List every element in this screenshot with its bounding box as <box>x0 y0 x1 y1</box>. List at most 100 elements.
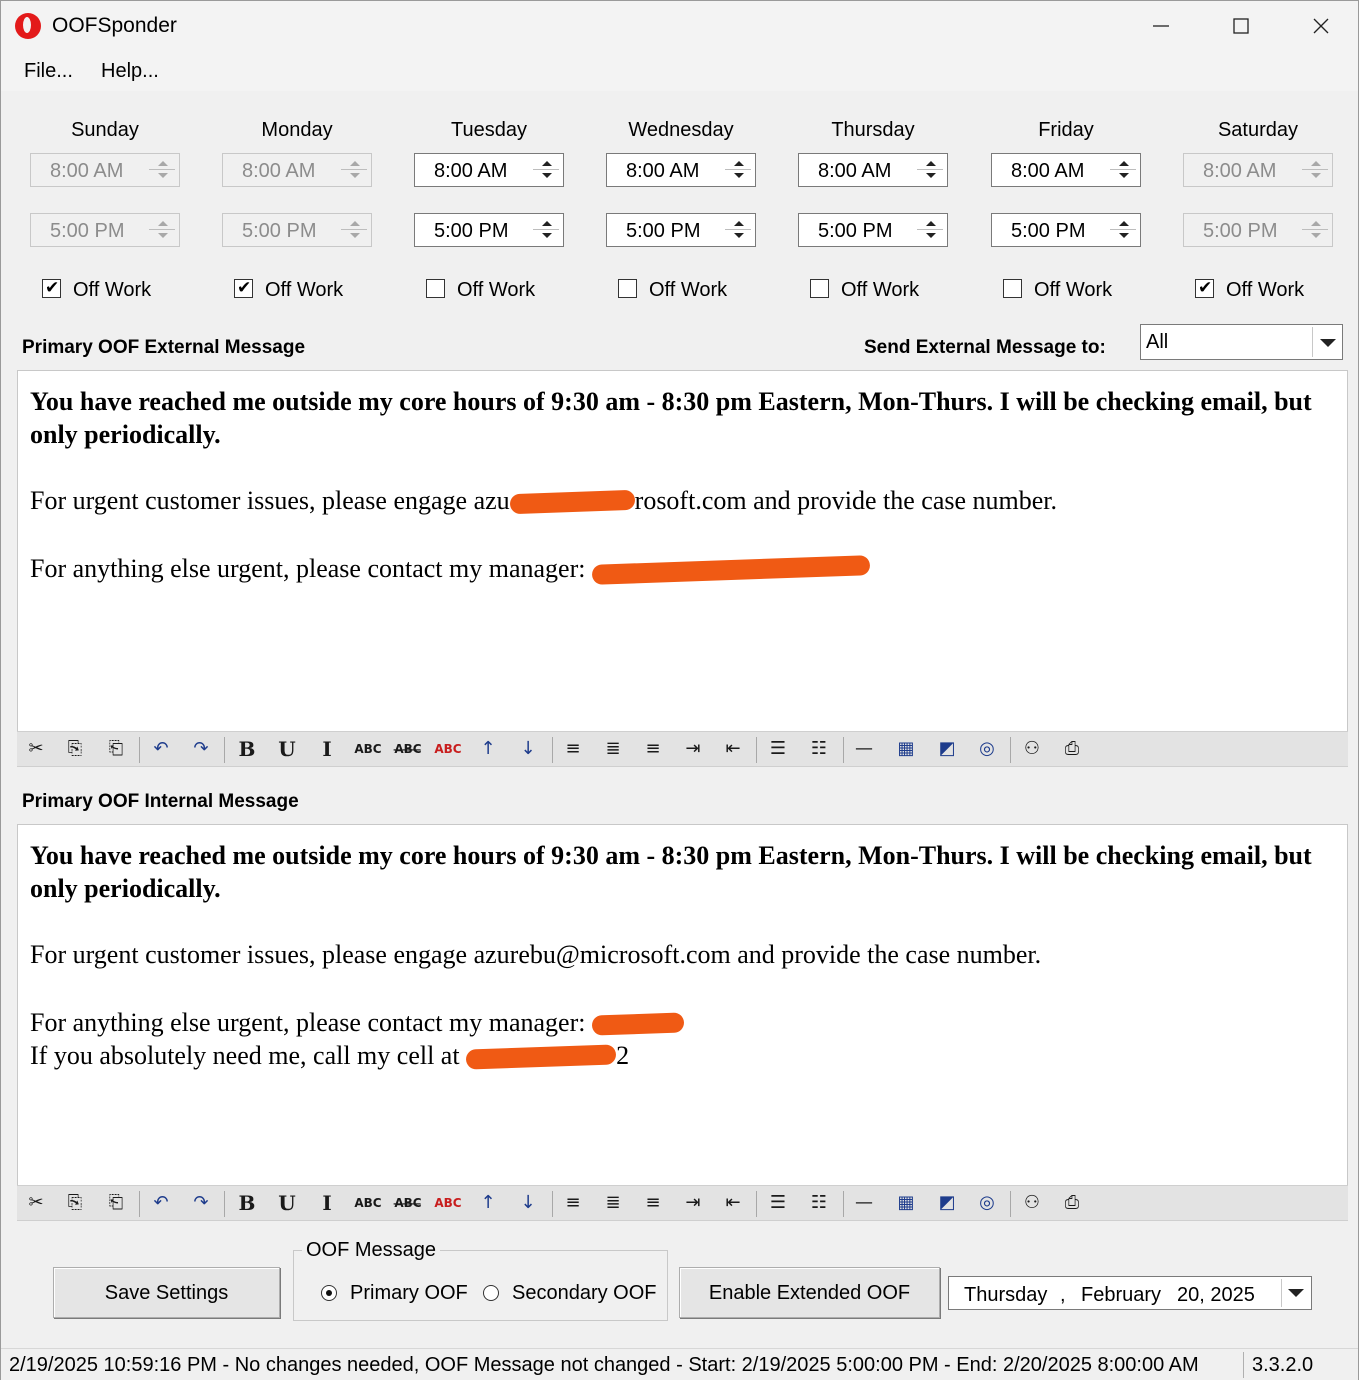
off-work-label[interactable]: Off Work <box>265 279 343 302</box>
align-left-icon[interactable]: ≡ <box>559 1189 587 1217</box>
menu-help[interactable]: Help... <box>101 60 159 83</box>
external-message-editor[interactable]: You have reached me outside my core hour… <box>17 370 1348 732</box>
spinner-arrows-icon[interactable] <box>1300 214 1332 246</box>
spinner-arrows-icon[interactable] <box>147 154 179 186</box>
paste-icon[interactable]: ⎗ <box>102 1189 130 1217</box>
sort-ascending-icon[interactable]: ↑ <box>474 1189 502 1217</box>
find-icon[interactable]: ⚇ <box>1018 1189 1046 1217</box>
print-icon[interactable]: ⎙ <box>1058 1189 1086 1217</box>
date-month[interactable]: February <box>1081 1284 1161 1307</box>
close-button[interactable] <box>1281 1 1359 51</box>
spinner-arrows-icon[interactable] <box>531 214 563 246</box>
start-time-spinner[interactable]: 8:00 AM <box>606 153 756 187</box>
bold-icon[interactable]: B <box>233 735 261 763</box>
outdent-icon[interactable]: ⇤ <box>719 1189 747 1217</box>
paste-icon[interactable]: ⎗ <box>102 735 130 763</box>
off-work-checkbox[interactable] <box>426 279 445 298</box>
italic-icon[interactable]: I <box>313 735 341 763</box>
start-time-spinner[interactable]: 8:00 AM <box>414 153 564 187</box>
end-time-spinner[interactable]: 5:00 PM <box>222 213 372 247</box>
underline-icon[interactable]: U <box>273 1189 301 1217</box>
insert-link-icon[interactable]: ◎ <box>973 735 1001 763</box>
date-picker[interactable]: Thursday , February 20, 2025 <box>948 1276 1312 1310</box>
off-work-label[interactable]: Off Work <box>457 279 535 302</box>
indent-icon[interactable]: ⇥ <box>679 735 707 763</box>
primary-oof-label[interactable]: Primary OOF <box>350 1282 468 1305</box>
off-work-label[interactable]: Off Work <box>1034 279 1112 302</box>
spinner-arrows-icon[interactable] <box>1108 214 1140 246</box>
table-icon[interactable]: ▦ <box>892 735 920 763</box>
horizontal-rule-icon[interactable]: — <box>850 735 878 763</box>
sort-descending-icon[interactable]: ↓ <box>514 735 542 763</box>
align-right-icon[interactable]: ≡ <box>639 735 667 763</box>
spinner-arrows-icon[interactable] <box>339 154 371 186</box>
enable-extended-oof-button[interactable]: Enable Extended OOF <box>679 1267 940 1318</box>
primary-oof-radio[interactable] <box>321 1285 337 1301</box>
spinner-arrows-icon[interactable] <box>531 154 563 186</box>
start-time-spinner[interactable]: 8:00 AM <box>222 153 372 187</box>
sort-descending-icon[interactable]: ↓ <box>514 1189 542 1217</box>
off-work-checkbox[interactable] <box>618 279 637 298</box>
off-work-checkbox[interactable]: ✔ <box>1195 279 1214 298</box>
save-settings-button[interactable]: Save Settings <box>53 1267 280 1318</box>
internal-message-editor[interactable]: You have reached me outside my core hour… <box>17 824 1348 1186</box>
off-work-checkbox[interactable]: ✔ <box>42 279 61 298</box>
date-weekday[interactable]: Thursday <box>964 1284 1047 1307</box>
sort-ascending-icon[interactable]: ↑ <box>474 735 502 763</box>
spinner-arrows-icon[interactable] <box>1300 154 1332 186</box>
outdent-icon[interactable]: ⇤ <box>719 735 747 763</box>
small-caps-icon[interactable]: ABC <box>354 735 382 763</box>
strikethrough-icon[interactable]: A̶B̶C̶ <box>394 1189 422 1217</box>
indent-icon[interactable]: ⇥ <box>679 1189 707 1217</box>
numbered-list-icon[interactable]: ☷ <box>805 1189 833 1217</box>
undo-icon[interactable]: ↶ <box>147 1189 175 1217</box>
spinner-arrows-icon[interactable] <box>915 154 947 186</box>
insert-link-icon[interactable]: ◎ <box>973 1189 1001 1217</box>
off-work-checkbox[interactable] <box>1003 279 1022 298</box>
align-left-icon[interactable]: ≡ <box>559 735 587 763</box>
start-time-spinner[interactable]: 8:00 AM <box>991 153 1141 187</box>
italic-icon[interactable]: I <box>313 1189 341 1217</box>
bullet-list-icon[interactable]: ☰ <box>764 735 792 763</box>
cut-icon[interactable]: ✂ <box>22 735 50 763</box>
font-color-icon[interactable]: ABC <box>434 735 462 763</box>
off-work-label[interactable]: Off Work <box>841 279 919 302</box>
find-icon[interactable]: ⚇ <box>1018 735 1046 763</box>
undo-icon[interactable]: ↶ <box>147 735 175 763</box>
start-time-spinner[interactable]: 8:00 AM <box>1183 153 1333 187</box>
secondary-oof-label[interactable]: Secondary OOF <box>512 1282 657 1305</box>
end-time-spinner[interactable]: 5:00 PM <box>991 213 1141 247</box>
end-time-spinner[interactable]: 5:00 PM <box>414 213 564 247</box>
secondary-oof-radio[interactable] <box>483 1285 499 1301</box>
align-right-icon[interactable]: ≡ <box>639 1189 667 1217</box>
spinner-arrows-icon[interactable] <box>723 154 755 186</box>
horizontal-rule-icon[interactable]: — <box>850 1189 878 1217</box>
end-time-spinner[interactable]: 5:00 PM <box>1183 213 1333 247</box>
spinner-arrows-icon[interactable] <box>1108 154 1140 186</box>
cut-icon[interactable]: ✂ <box>22 1189 50 1217</box>
calendar-dropdown-button[interactable] <box>1281 1279 1309 1307</box>
spinner-arrows-icon[interactable] <box>147 214 179 246</box>
bullet-list-icon[interactable]: ☰ <box>764 1189 792 1217</box>
chevron-down-icon[interactable] <box>1312 327 1340 357</box>
numbered-list-icon[interactable]: ☷ <box>805 735 833 763</box>
redo-icon[interactable]: ↷ <box>187 1189 215 1217</box>
maximize-button[interactable] <box>1201 1 1281 51</box>
off-work-checkbox[interactable] <box>810 279 829 298</box>
print-icon[interactable]: ⎙ <box>1058 735 1086 763</box>
table-icon[interactable]: ▦ <box>892 1189 920 1217</box>
strikethrough-icon[interactable]: A̶B̶C̶ <box>394 735 422 763</box>
redo-icon[interactable]: ↷ <box>187 735 215 763</box>
start-time-spinner[interactable]: 8:00 AM <box>798 153 948 187</box>
insert-image-icon[interactable]: ◩ <box>933 735 961 763</box>
bold-icon[interactable]: B <box>233 1189 261 1217</box>
menu-file[interactable]: File... <box>24 60 73 83</box>
date-day-year[interactable]: 20, 2025 <box>1177 1284 1255 1307</box>
copy-icon[interactable]: ⎘ <box>61 735 89 763</box>
start-time-spinner[interactable]: 8:00 AM <box>30 153 180 187</box>
minimize-button[interactable] <box>1121 1 1201 51</box>
spinner-arrows-icon[interactable] <box>915 214 947 246</box>
end-time-spinner[interactable]: 5:00 PM <box>606 213 756 247</box>
off-work-label[interactable]: Off Work <box>1226 279 1304 302</box>
insert-image-icon[interactable]: ◩ <box>933 1189 961 1217</box>
